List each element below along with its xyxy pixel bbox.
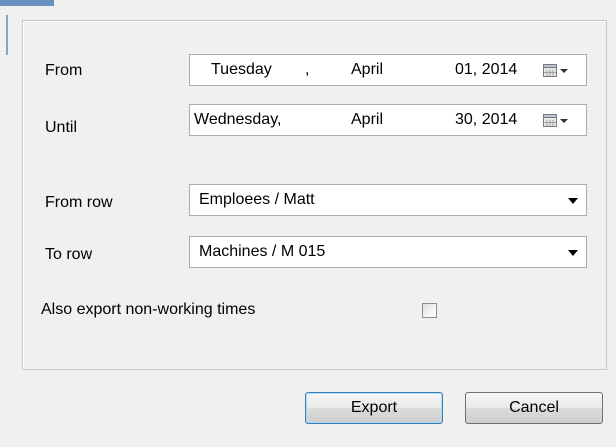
title-bar-remnant	[0, 0, 616, 14]
from-date-label: From	[45, 62, 83, 79]
chevron-down-icon[interactable]	[568, 198, 578, 204]
to-row-select[interactable]: Machines / M 015	[189, 236, 587, 268]
from-row-label: From row	[45, 194, 113, 211]
from-row-select[interactable]: Emploees / Matt	[189, 184, 587, 216]
from-date-separator: ,	[305, 61, 310, 78]
until-date-picker[interactable]: Wednesday, April 30, 2014	[189, 104, 587, 136]
calendar-dropdown-icon[interactable]	[542, 112, 576, 130]
nonworking-times-label: Also export non-working times	[41, 301, 256, 318]
from-date-month[interactable]: April	[351, 60, 383, 80]
until-date-weekday[interactable]: Wednesday,	[194, 110, 281, 130]
calendar-dropdown-icon[interactable]	[542, 62, 576, 80]
export-settings-group: From Tuesday , April 01, 2014 Until Wedn…	[22, 20, 607, 370]
from-row-value: Emploees / Matt	[199, 191, 315, 208]
until-date-label: Until	[45, 119, 78, 136]
cancel-button[interactable]: Cancel	[465, 392, 603, 424]
to-row-label: To row	[45, 246, 93, 263]
from-date-weekday[interactable]: Tuesday	[211, 60, 272, 80]
from-date-picker[interactable]: Tuesday , April 01, 2014	[189, 54, 587, 86]
to-row-value: Machines / M 015	[199, 243, 326, 260]
title-bar-fragment	[0, 0, 54, 6]
nonworking-times-checkbox[interactable]	[422, 303, 437, 318]
window-border-accent	[6, 15, 8, 55]
export-dialog: From Tuesday , April 01, 2014 Until Wedn…	[0, 0, 616, 447]
until-date-month[interactable]: April	[351, 110, 383, 130]
export-button[interactable]: Export	[305, 392, 443, 424]
until-date-day-year[interactable]: 30, 2014	[455, 110, 517, 130]
from-date-day-year[interactable]: 01, 2014	[455, 60, 517, 80]
chevron-down-icon[interactable]	[568, 250, 578, 256]
